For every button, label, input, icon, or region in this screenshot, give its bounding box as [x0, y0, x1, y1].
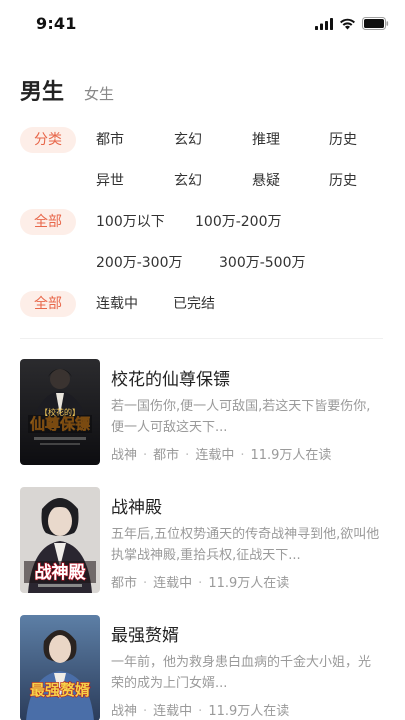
- status-option-completed[interactable]: 已完结: [173, 291, 215, 317]
- wordcount-filter-row-2: 200万-300万 300万-500万: [20, 250, 383, 276]
- wordcount-option-3m-5m[interactable]: 300万-500万: [219, 250, 306, 276]
- cover-subtitle-text: 【校花的】: [40, 407, 80, 417]
- book-description: 若一国伤你,便一人可敌国,若这天下皆要伤你,便一人可敌这天下...: [111, 399, 371, 435]
- book-meta: 战神 · 都市 · 连载中 · 11.9万人在读: [111, 444, 331, 463]
- tab-male[interactable]: 男生: [20, 74, 64, 106]
- book-description: 五年后,五位权势通天的传奇战神寻到他,欲叫他执掌战神殿,重拾兵权,征战天下...: [111, 527, 380, 563]
- book-tag: 都市: [111, 576, 138, 591]
- wifi-icon: [340, 18, 355, 29]
- book-cover[interactable]: 最强赘婿: [20, 615, 100, 720]
- book-meta: 都市 · 连载中 · 11.9万人在读: [111, 572, 289, 591]
- wordcount-filter-row: 全部 100万以下 100万-200万: [20, 209, 383, 235]
- status-filter-row: 全部 连载中 已完结: [20, 291, 383, 317]
- book-tag: 都市: [153, 448, 180, 463]
- category-option-dushi[interactable]: 都市: [96, 127, 124, 153]
- book-status: 连载中: [153, 576, 193, 591]
- divider: [20, 338, 383, 339]
- book-readers: 11.9万人在读: [208, 704, 290, 719]
- status-time: 9:41: [36, 14, 77, 33]
- wordcount-pill[interactable]: 全部: [20, 209, 76, 235]
- wordcount-option-2m-3m[interactable]: 200万-300万: [96, 250, 183, 276]
- cover-title-text: 战神殿: [35, 562, 87, 583]
- signal-icon: [315, 17, 333, 30]
- book-title[interactable]: 校花的仙尊保镖: [111, 365, 230, 390]
- battery-icon: [362, 17, 389, 30]
- cover-title-text: 最强赘婿: [30, 681, 91, 699]
- book-title[interactable]: 最强赘婿: [111, 621, 179, 646]
- category-filter-row: 分类 都市 玄幻 推理 历史: [20, 127, 383, 153]
- book-readers: 11.9万人在读: [208, 576, 290, 591]
- book-item[interactable]: 战神殿 战神殿 五年后,五位权势通天的传奇战神寻到他,欲叫他执掌战神殿,重拾兵权…: [20, 487, 385, 597]
- book-readers: 11.9万人在读: [250, 448, 332, 463]
- book-description: 一年前，他为救身患白血病的千金大小姐，光荣的成为上门女婿...: [111, 655, 372, 691]
- tab-female[interactable]: 女生: [84, 83, 114, 104]
- book-status: 连载中: [195, 448, 235, 463]
- category-option-xuanyi[interactable]: 悬疑: [252, 168, 280, 194]
- category-option-yishi[interactable]: 异世: [96, 168, 124, 194]
- category-option-xuanhuan[interactable]: 玄幻: [174, 127, 202, 153]
- status-pill[interactable]: 全部: [20, 291, 76, 317]
- cover-title-text: 仙尊保镖: [30, 415, 90, 433]
- category-option-lishi[interactable]: 历史: [329, 127, 357, 153]
- wordcount-option-under-1m[interactable]: 100万以下: [96, 209, 165, 235]
- book-cover[interactable]: 战神殿: [20, 487, 100, 593]
- category-option-xuanhuan-2[interactable]: 玄幻: [174, 168, 202, 194]
- status-bar: 9:41: [0, 0, 405, 48]
- category-pill[interactable]: 分类: [20, 127, 76, 153]
- wordcount-option-1m-2m[interactable]: 100万-200万: [195, 209, 282, 235]
- book-item[interactable]: 仙尊保镖 【校花的】 校花的仙尊保镖 若一国伤你,便一人可敌国,若这天下皆要伤你…: [20, 359, 385, 469]
- book-status: 连载中: [153, 704, 193, 719]
- status-icons: [315, 17, 389, 30]
- category-option-lishi-2[interactable]: 历史: [329, 168, 357, 194]
- book-tag: 战神: [111, 704, 138, 719]
- book-title[interactable]: 战神殿: [111, 493, 162, 518]
- book-cover[interactable]: 仙尊保镖 【校花的】: [20, 359, 100, 465]
- gender-tabs: 男生 女生: [20, 74, 134, 106]
- book-item[interactable]: 最强赘婿 最强赘婿 一年前，他为救身患白血病的千金大小姐，光荣的成为上门女婿..…: [20, 615, 385, 720]
- category-option-tuili[interactable]: 推理: [252, 127, 280, 153]
- category-filter-row-2: 异世 玄幻 悬疑 历史: [20, 168, 383, 194]
- book-tag: 战神: [111, 448, 138, 463]
- book-meta: 战神 · 连载中 · 11.9万人在读: [111, 700, 289, 719]
- status-option-serializing[interactable]: 连载中: [96, 291, 138, 317]
